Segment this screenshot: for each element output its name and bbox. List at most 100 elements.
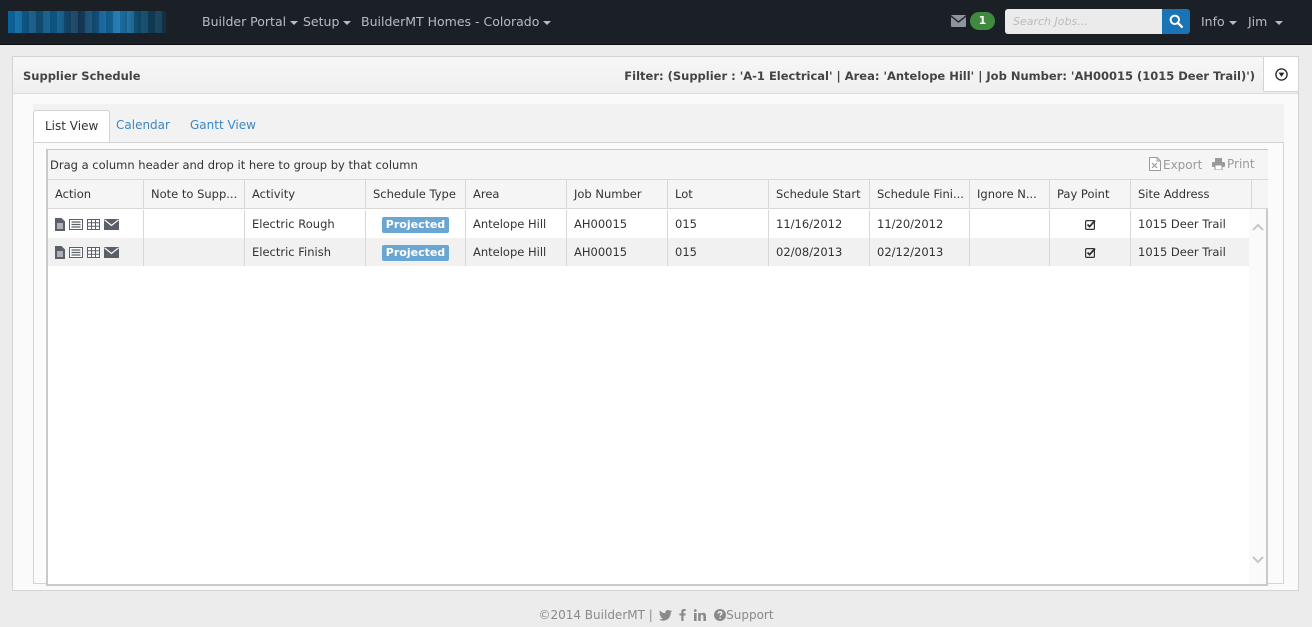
builder-portal-menu[interactable]: Builder Portal [202,0,299,45]
note-cell [144,238,245,266]
group-by-drop-zone[interactable]: Drag a column header and drop it here to… [48,150,1268,180]
caret-down-icon [343,20,352,25]
view-tabs-container: List View Calendar Gantt View Drag a col… [33,104,1284,586]
support-label: Support [726,608,774,622]
schedule-type-badge: Projected [381,244,450,261]
document-icon[interactable] [55,246,65,259]
table-row[interactable]: Electric Finish Projected Antelope Hill … [48,238,1251,266]
schedule-finish-cell: 02/12/2013 [870,238,970,266]
setup-menu[interactable]: Setup [303,0,352,45]
envelope-icon[interactable] [104,247,119,258]
schedule-type-badge: Projected [381,216,450,233]
schedule-start-cell: 02/08/2013 [769,238,870,266]
facebook-icon[interactable] [679,609,687,621]
lot-cell: 015 [668,210,769,238]
grid-vertical-scrollbar[interactable] [1249,209,1266,584]
column-header-action[interactable]: Action [48,180,144,209]
print-button[interactable]: Print [1212,157,1255,171]
column-header-site-address[interactable]: Site Address [1131,180,1252,209]
schedule-type-cell: Projected [366,238,466,266]
schedule-start-cell: 11/16/2012 [769,210,870,238]
company-label: BuilderMT Homes - Colorado [361,14,540,29]
job-number-cell: AH00015 [567,238,668,266]
site-address-cell: 1015 Deer Trail [1138,245,1226,259]
column-header-lot[interactable]: Lot [668,180,769,209]
chevron-down-icon[interactable] [1252,556,1264,564]
action-cell [48,210,144,238]
caret-down-icon [543,20,552,25]
search-icon [1169,14,1183,28]
question-circle-icon [714,609,727,621]
area-cell: Antelope Hill [466,210,567,238]
grid-header-row: Action Note to Supp... Activity Schedule… [48,180,1268,209]
builder-portal-label: Builder Portal [202,14,287,29]
job-number-cell: AH00015 [567,210,668,238]
caret-down-icon [1275,20,1284,25]
envelope-icon [951,15,966,27]
site-address-cell: 1015 Deer Trail [1138,217,1226,231]
column-header-schedule-start[interactable]: Schedule Start [769,180,870,209]
chevron-up-icon[interactable] [1252,223,1264,231]
copyright-text: ©2014 BuilderMT | [538,608,653,622]
table-row[interactable]: Electric Rough Projected Antelope Hill A… [48,210,1251,238]
search-button[interactable] [1162,9,1190,34]
list-icon[interactable] [69,219,83,230]
column-header-activity[interactable]: Activity [245,180,366,209]
filter-summary: Filter: (Supplier : 'A-1 Electrical' | A… [624,69,1255,83]
column-header-ignore[interactable]: Ignore N... [970,180,1050,209]
support-link[interactable]: Support [712,608,774,622]
note-cell [144,210,245,238]
activity-cell: Electric Finish [245,238,366,266]
supplier-schedule-panel: Supplier Schedule Filter: (Supplier : 'A… [12,56,1299,591]
panel-header: Supplier Schedule Filter: (Supplier : 'A… [13,56,1299,94]
column-header-schedule-type[interactable]: Schedule Type [366,180,466,209]
column-header-note[interactable]: Note to Supp... [144,180,245,209]
export-label: Export [1163,158,1203,172]
lot-cell: 015 [668,238,769,266]
company-menu[interactable]: BuilderMT Homes - Colorado [361,0,552,45]
schedule-finish-cell: 11/20/2012 [870,210,970,238]
column-header-job-number[interactable]: Job Number [567,180,668,209]
linkedin-icon[interactable] [694,609,707,621]
grid-icon[interactable] [87,247,100,258]
grid-icon[interactable] [87,219,100,230]
schedule-type-cell: Projected [366,210,466,238]
action-cell [48,238,144,266]
info-menu[interactable]: Info [1201,0,1237,45]
pay-point-cell [1050,210,1131,238]
brand-logo[interactable] [8,11,166,33]
tab-calendar[interactable]: Calendar [105,110,181,143]
top-navbar: Builder Portal Setup BuilderMT Homes - C… [0,0,1312,45]
search-jobs-input[interactable] [1005,9,1162,34]
twitter-icon[interactable] [658,610,672,621]
excel-file-icon [1149,157,1161,171]
column-header-schedule-finish[interactable]: Schedule Fini... [870,180,970,209]
export-button[interactable]: Export [1149,157,1202,172]
panel-title: Supplier Schedule [23,69,141,83]
messages-count-badge: 1 [970,12,995,30]
printer-icon [1212,158,1225,171]
schedule-grid: Drag a column header and drop it here to… [46,149,1268,586]
checked-checkbox-icon [1084,219,1096,231]
caret-down-icon [1228,20,1237,25]
user-menu[interactable]: Jim [1248,0,1284,45]
pay-point-cell [1050,238,1131,266]
filter-toggle-button[interactable] [1263,56,1299,92]
filter-circle-icon [1275,68,1288,81]
tab-list-view[interactable]: List View [33,110,111,144]
column-header-area[interactable]: Area [466,180,567,209]
user-label: Jim [1248,14,1268,29]
ignore-cell [970,210,1050,238]
setup-label: Setup [303,14,340,29]
column-header-pay-point[interactable]: Pay Point [1050,180,1131,209]
tab-gantt-view[interactable]: Gantt View [179,110,267,143]
info-label: Info [1201,14,1225,29]
document-icon[interactable] [55,218,65,231]
caret-down-icon [290,20,299,25]
ignore-cell [970,238,1050,266]
print-label: Print [1227,157,1255,171]
envelope-icon[interactable] [104,219,119,230]
page-footer: ©2014 BuilderMT | Support [0,608,1312,622]
activity-cell: Electric Rough [245,210,366,238]
list-icon[interactable] [69,247,83,258]
